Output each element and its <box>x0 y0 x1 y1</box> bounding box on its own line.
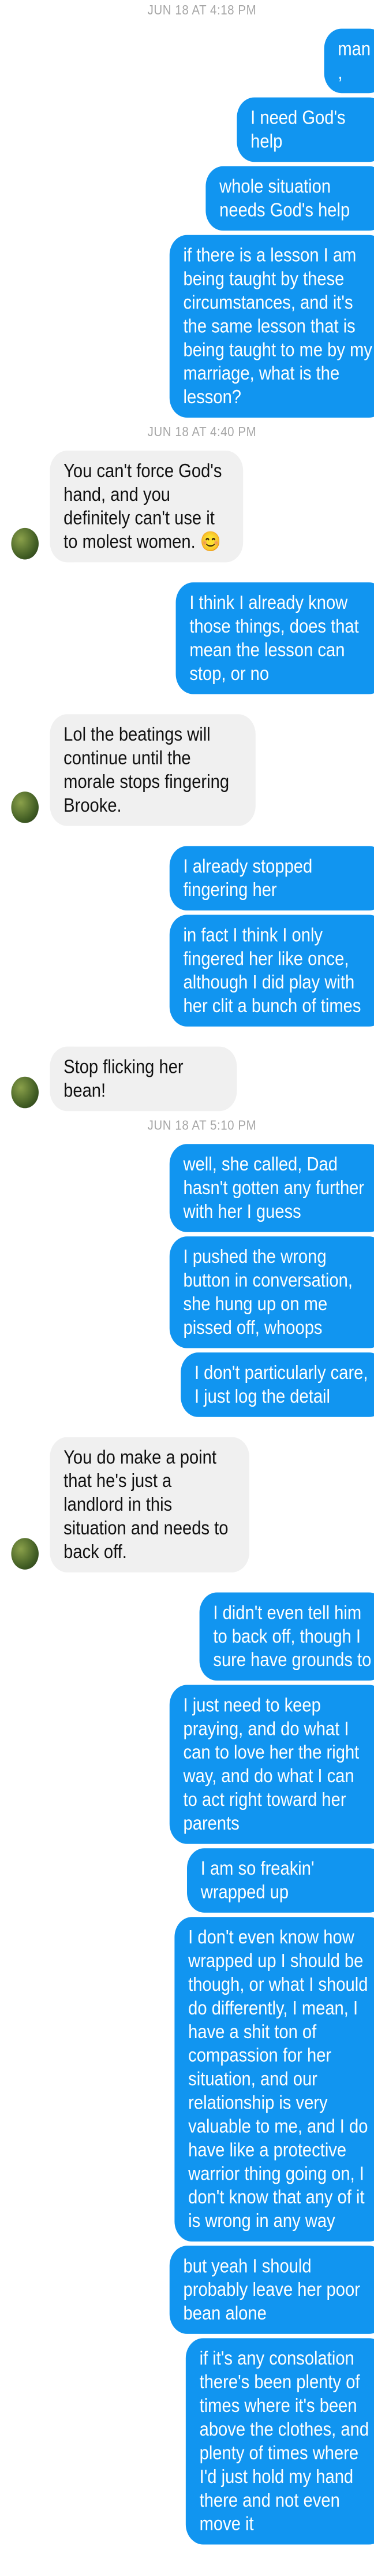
sent-message-row: I just need to keep praying, and do what… <box>0 1685 374 1844</box>
received-message-bubble[interactable]: Lol the beatings will continue until the… <box>50 714 256 826</box>
sent-message-row: I need God's help <box>0 97 374 162</box>
sent-message-bubble[interactable]: I pushed the wrong button in conversatio… <box>169 1236 374 1348</box>
sent-message-row: man, <box>0 28 374 94</box>
timestamp: JUN 18 AT 5:10 PM <box>147 1118 257 1133</box>
timestamp: JUN 18 AT 4:40 PM <box>147 425 257 440</box>
sent-message-bubble[interactable]: I need God's help <box>237 97 374 162</box>
timestamp: JUN 18 AT 4:18 PM <box>147 2 257 18</box>
received-message-row: Stop flicking her bean! <box>0 1046 374 1112</box>
sent-message-bubble[interactable]: I already stopped fingering her <box>169 846 374 911</box>
sent-message-row: I didn't even tell him to back off, thou… <box>0 1592 374 1681</box>
sent-message-bubble[interactable]: but yeah I should probably leave her poo… <box>169 2246 374 2334</box>
sent-message-bubble[interactable]: I think I already know those things, doe… <box>175 582 374 694</box>
sent-message-bubble[interactable]: I just need to keep praying, and do what… <box>169 1685 374 1844</box>
received-message-row: Lol the beatings will continue until the… <box>0 714 374 826</box>
received-message-row: You do make a point that he's just a lan… <box>0 1437 374 1573</box>
sent-message-row: I think I already know those things, doe… <box>0 582 374 694</box>
sent-message-row: if there is a lesson I am being taught b… <box>0 235 374 418</box>
sent-message-bubble[interactable]: in fact I think I only fingered her like… <box>169 915 374 1027</box>
sent-message-bubble[interactable]: I didn't even tell him to back off, thou… <box>199 1592 374 1681</box>
received-message-row: You can't force God's hand, and you defi… <box>0 450 374 563</box>
sent-message-bubble[interactable]: I am so freakin' wrapped up <box>187 1848 374 1913</box>
received-message-bubble[interactable]: Stop flicking her bean! <box>50 1046 237 1112</box>
sent-message-bubble[interactable]: I don't even know how wrapped up I shoul… <box>174 1917 374 2242</box>
sent-message-row: I already stopped fingering her <box>0 846 374 911</box>
sent-message-bubble[interactable]: whole situation needs God's help <box>205 166 374 231</box>
sent-message-row: I am so freakin' wrapped up <box>0 1848 374 1913</box>
sent-message-bubble[interactable]: if there is a lesson I am being taught b… <box>169 235 374 418</box>
contact-avatar[interactable] <box>11 791 39 823</box>
sent-message-bubble[interactable]: I don't particularly care, I just log th… <box>181 1352 374 1417</box>
sent-message-row: if it's any consolation there's been ple… <box>0 2338 374 2545</box>
sent-message-row: but yeah I should probably leave her poo… <box>0 2246 374 2334</box>
contact-avatar[interactable] <box>11 1538 39 1570</box>
sent-message-bubble[interactable]: if it's any consolation there's been ple… <box>185 2338 374 2545</box>
sent-message-bubble[interactable]: well, she called, Dad hasn't gotten any … <box>169 1144 374 1232</box>
contact-avatar[interactable] <box>11 527 39 560</box>
message-thread: JUN 18 AT 4:18 PM man, I need God's help wh… <box>0 0 374 2576</box>
sent-message-row: I don't particularly care, I just log th… <box>0 1352 374 1417</box>
sent-message-bubble[interactable]: man, <box>324 28 374 94</box>
sent-message-row: in fact I think I only fingered her like… <box>0 915 374 1027</box>
sent-message-row: I don't even know how wrapped up I shoul… <box>0 1917 374 2242</box>
received-message-bubble[interactable]: You do make a point that he's just a lan… <box>50 1437 250 1573</box>
sent-message-row: whole situation needs God's help <box>0 166 374 231</box>
sent-message-row: I pushed the wrong button in conversatio… <box>0 1236 374 1348</box>
sent-message-row: well, she called, Dad hasn't gotten any … <box>0 1144 374 1232</box>
contact-avatar[interactable] <box>11 1076 39 1109</box>
received-message-bubble[interactable]: You can't force God's hand, and you defi… <box>50 450 244 563</box>
